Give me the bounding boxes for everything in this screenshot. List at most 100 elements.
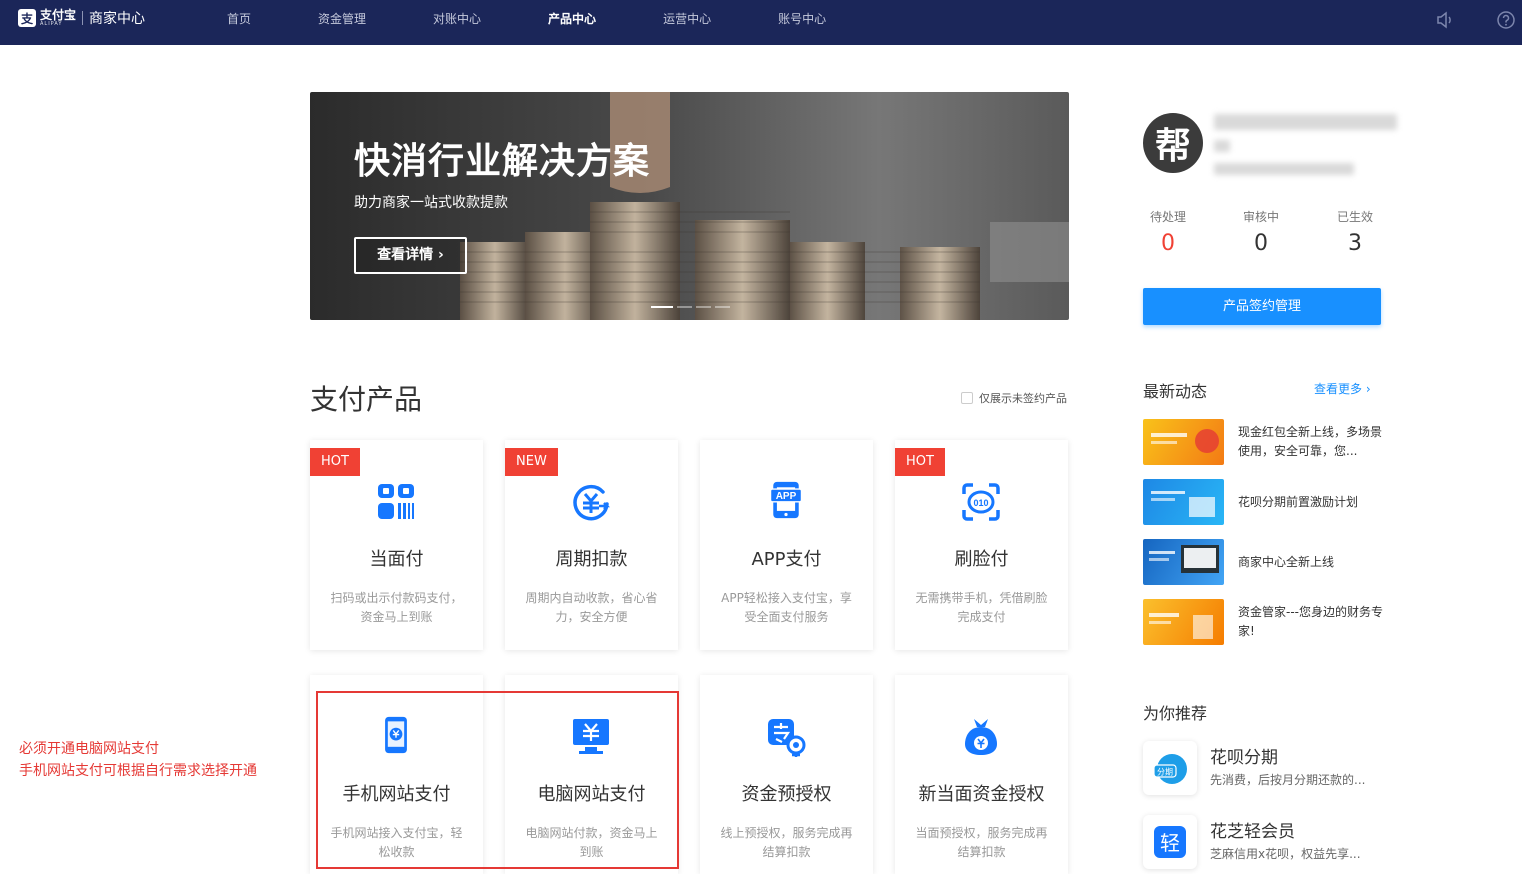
product-name: 电脑网站支付: [537, 784, 646, 805]
light-member-icon: 轻: [1143, 815, 1197, 869]
promo-banner[interactable]: 快消行业解决方案 助力商家一站式收款提款 查看详情 ›: [310, 92, 1069, 320]
product-desc: APP轻松接入支付宝，享受全面支付服务: [721, 591, 852, 624]
product-desc: 扫码或出示付款码支付，资金马上到账: [330, 591, 463, 624]
product-desc: 电脑网站付款，资金马上到账: [525, 826, 658, 859]
logo-text: 支付宝: [40, 8, 77, 22]
stat-active[interactable]: 已生效 3: [1325, 208, 1385, 256]
banner-dot[interactable]: [651, 306, 673, 308]
qrcode-icon: [378, 484, 414, 519]
help-icon[interactable]: [1496, 10, 1516, 30]
only-unsigned-filter[interactable]: 仅展示未签约产品: [961, 390, 1067, 406]
product-contract-management-button[interactable]: 产品签约管理: [1143, 288, 1381, 325]
news-item[interactable]: 商家中心全新上线: [1143, 539, 1383, 585]
only-unsigned-checkbox[interactable]: [961, 392, 973, 404]
light-member-icon-text: 轻: [1160, 831, 1180, 855]
product-card-pre-authorization[interactable]: 资金预授权 线上预授权，服务完成再结算扣款: [700, 675, 873, 874]
light-member-glyph: 轻: [1154, 826, 1186, 858]
news-thumbnail-image: [1149, 613, 1213, 639]
product-desc: 当面预授权，服务完成再结算扣款: [915, 826, 1048, 859]
recommend-title: 为你推荐: [1143, 704, 1208, 723]
stat-value: 0: [1161, 231, 1175, 256]
banner-details-button[interactable]: 查看详情 ›: [354, 237, 467, 274]
logo-divider: [82, 11, 84, 25]
only-unsigned-label: 仅展示未签约产品: [979, 392, 1067, 405]
stat-label: 审核中: [1242, 210, 1279, 224]
product-name: 手机网站支付: [342, 784, 451, 805]
recommend-item-desc: 芝麻信用x花呗，权益先享...: [1210, 847, 1361, 861]
recommend-item-huabei-installment[interactable]: 分期 花呗分期 先消费，后按月分期还款的...: [1143, 741, 1383, 795]
news-thumbnail-image: [1151, 429, 1219, 453]
stat-pending[interactable]: 待处理 0: [1138, 208, 1198, 256]
news-item[interactable]: 花呗分期前置激励计划: [1143, 479, 1383, 525]
hot-badge: HOT: [310, 448, 360, 476]
product-card-pc-web-pay[interactable]: 电脑网站支付 电脑网站付款，资金马上到账: [505, 675, 678, 874]
cycle-yuan-icon: [573, 484, 611, 521]
recommend-item-title: 花芝轻会员: [1210, 822, 1295, 842]
nav-item-funds[interactable]: 资金管理: [301, 0, 383, 38]
pre-auth-icon: [768, 719, 806, 757]
stat-reviewing[interactable]: 审核中 0: [1231, 208, 1291, 256]
product-card-new-face-authorization[interactable]: 新当面资金授权 当面预授权，服务完成再结算扣款: [895, 675, 1068, 874]
news-item[interactable]: 资金管家---您身边的财务专家!: [1143, 599, 1383, 645]
avatar[interactable]: 帮: [1143, 113, 1203, 173]
huabei-installment-icon: 分期: [1143, 741, 1197, 795]
banner-title: 快消行业解决方案: [354, 141, 651, 182]
product-desc: 无需携带手机，凭借刷脸完成支付: [915, 591, 1048, 624]
product-name: 刷脸付: [954, 549, 1009, 570]
svg-text:010: 010: [973, 498, 988, 508]
blurred-account-name: [1214, 114, 1397, 130]
banner-subtitle: 助力商家一站式收款提款: [354, 195, 508, 211]
news-text: 现金红包全新上线，多场景使用，安全可靠，您...: [1238, 425, 1383, 458]
svg-text:APP: APP: [776, 491, 797, 502]
banner-dot[interactable]: [677, 306, 692, 308]
product-desc: 手机网站接入支付宝，轻松收款: [330, 826, 463, 859]
annotation-line: 必须开通电脑网站支付: [19, 741, 159, 757]
recommend-item-zhima-light-member[interactable]: 轻 花芝轻会员 芝麻信用x花呗，权益先享...: [1143, 815, 1383, 869]
product-name: 周期扣款: [555, 549, 628, 570]
product-name: 资金预授权: [741, 784, 832, 805]
view-more-link[interactable]: 查看更多 ›: [1314, 380, 1371, 397]
product-name: 当面付: [369, 549, 424, 570]
product-card-mobile-web-pay[interactable]: 手机网站支付 手机网站接入支付宝，轻松收款: [310, 675, 483, 874]
product-desc: 线上预授权，服务完成再结算扣款: [720, 826, 853, 859]
money-bag-icon: [965, 719, 997, 755]
blurred-account-info: [1214, 163, 1354, 175]
product-card-face-to-face-pay[interactable]: HOT 当面付 扫码或出示付款码支付，资金马上到账: [310, 440, 483, 650]
annotation-note: 必须开通电脑网站支付 手机网站支付可根据自行需求选择开通: [19, 738, 257, 782]
news-item[interactable]: 现金红包全新上线，多场景使用，安全可靠，您...: [1143, 419, 1383, 465]
recommend-item-desc: 先消费，后按月分期还款的...: [1210, 773, 1366, 787]
product-card-face-pay[interactable]: HOT 010 刷脸付 无需携带手机，凭借刷脸完成支付: [895, 440, 1068, 650]
news-text: 资金管家---您身边的财务专家!: [1238, 605, 1383, 638]
phone-app-icon: APP: [769, 481, 803, 519]
app-title: 商家中心: [89, 11, 146, 27]
stat-value: 3: [1348, 231, 1362, 256]
hot-badge: HOT: [895, 448, 945, 476]
banner-pagination: [651, 306, 730, 308]
nav-item-account[interactable]: 账号中心: [761, 0, 843, 38]
top-navigation-bar: 支 支付宝 ALIPAY 商家中心 首页 资金管理 对账中心 产品中心 运营中心…: [0, 0, 1522, 45]
nav-item-products[interactable]: 产品中心: [531, 0, 613, 38]
news-thumbnail: [1143, 599, 1224, 645]
product-desc: 周期内自动收款，省心省力，安全方便: [525, 591, 658, 624]
speaker-icon[interactable]: [1435, 10, 1455, 30]
product-card-recurring-deduction[interactable]: NEW 周期扣款 周期内自动收款，省心省力，安全方便: [505, 440, 678, 650]
huabei-installment-glyph: 分期: [1153, 754, 1187, 784]
news-text: 花呗分期前置激励计划: [1238, 494, 1359, 509]
recommend-item-title: 花呗分期: [1210, 748, 1278, 768]
news-thumbnail: [1143, 419, 1224, 465]
banner-dot[interactable]: [715, 306, 730, 308]
mobile-yuan-icon: [385, 716, 407, 754]
logo-subtext: ALIPAY: [40, 21, 63, 27]
news-thumbnail: [1143, 539, 1224, 585]
product-name: APP支付: [751, 549, 822, 570]
nav-item-reconciliation[interactable]: 对账中心: [416, 0, 498, 38]
alipay-logo[interactable]: 支 支付宝 ALIPAY 商家中心: [18, 8, 145, 28]
nav-item-home[interactable]: 首页: [210, 0, 268, 38]
nav-item-operations[interactable]: 运营中心: [646, 0, 728, 38]
product-card-app-pay[interactable]: APP APP支付 APP轻松接入支付宝，享受全面支付服务: [700, 440, 873, 650]
news-thumbnail: [1143, 479, 1224, 525]
product-name: 新当面资金授权: [918, 784, 1045, 805]
stat-value: 0: [1254, 231, 1268, 256]
new-badge: NEW: [505, 448, 558, 476]
banner-dot[interactable]: [696, 306, 711, 308]
